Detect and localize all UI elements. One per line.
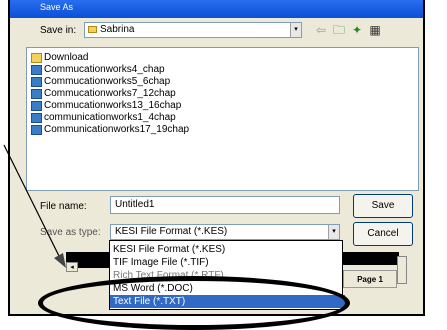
annotation-ellipse [38,276,350,330]
